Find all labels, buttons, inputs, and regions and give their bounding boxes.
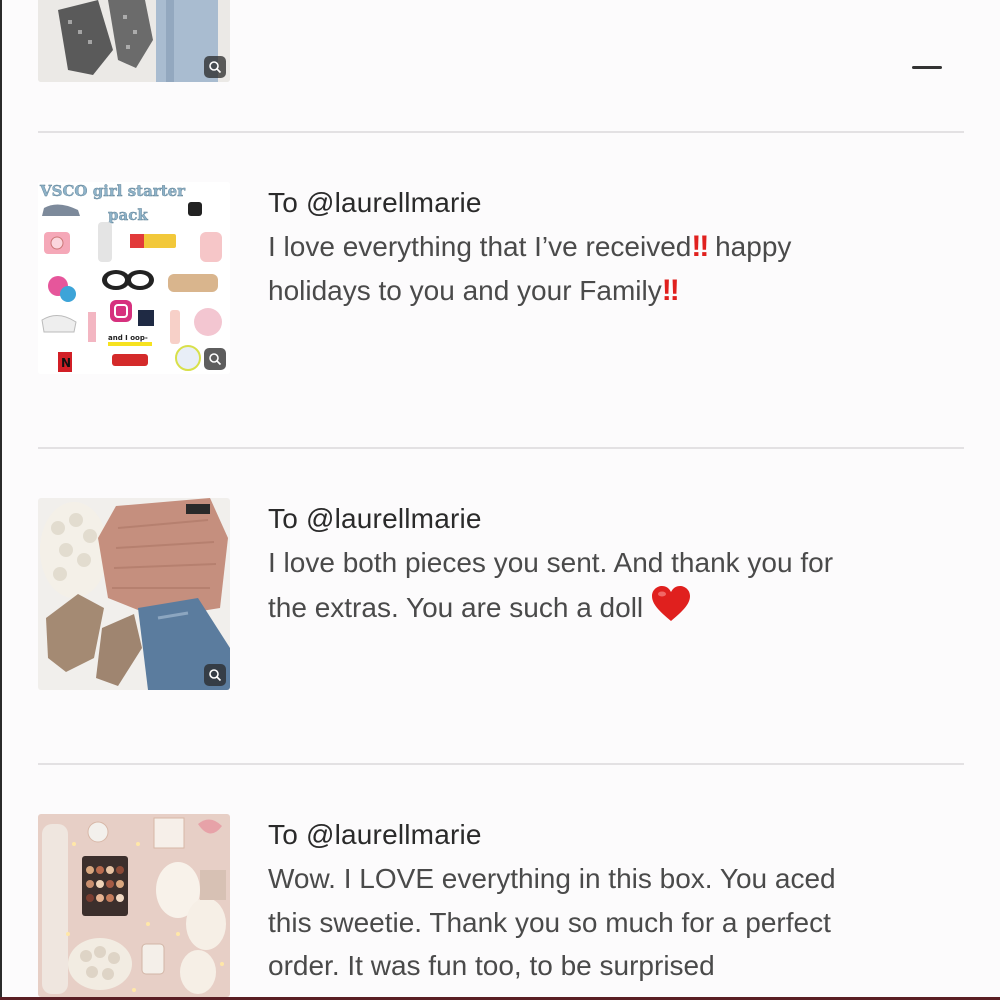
recipient-handle[interactable]: To @laurellmarie	[268, 503, 482, 535]
zoom-icon[interactable]	[204, 348, 226, 370]
divider	[38, 447, 964, 449]
thumbnail-oop-text: and I oop-	[108, 334, 148, 342]
outfit-boots-jeans-thumbnail[interactable]	[38, 0, 230, 82]
svg-text:N: N	[61, 356, 71, 370]
zoom-icon[interactable]	[204, 664, 226, 686]
divider	[38, 763, 964, 765]
recipient-handle[interactable]: To @laurellmarie	[268, 187, 482, 219]
recipient-handle[interactable]: To @laurellmarie	[268, 819, 482, 851]
cozy-gift-box-thumbnail[interactable]	[38, 814, 230, 997]
top-dash-mark	[912, 66, 942, 69]
zoom-icon[interactable]	[204, 56, 226, 78]
sweater-boots-jeans-thumbnail[interactable]	[38, 498, 230, 690]
double-exclamation-icon: !!	[661, 273, 680, 307]
svg-text:pack: pack	[108, 206, 148, 224]
thumbnail-title-text: VSCO girl starter	[39, 182, 186, 200]
review-message: I love everything that I’ve received!! h…	[268, 230, 792, 307]
review-message: Wow. I LOVE everything in this box. You …	[268, 863, 836, 981]
red-heart-icon	[651, 585, 691, 636]
window-left-edge	[0, 0, 2, 1000]
divider	[38, 131, 964, 133]
vsco-girl-starter-pack-thumbnail[interactable]: VSCO girl starter pack and I oop- N	[38, 182, 230, 374]
review-message: I love both pieces you sent. And thank y…	[268, 541, 958, 635]
double-exclamation-icon: !!	[691, 230, 709, 263]
